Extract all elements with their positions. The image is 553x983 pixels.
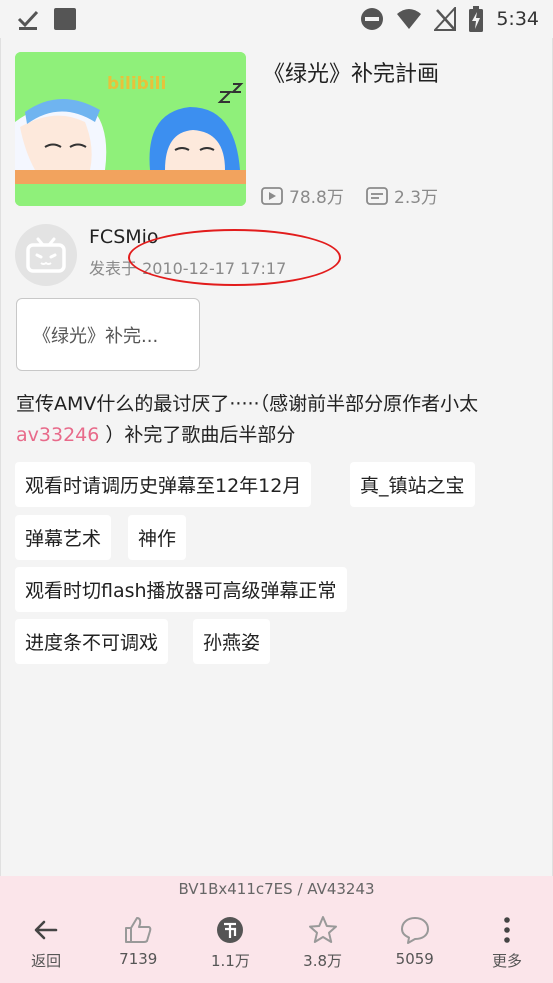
- video-title: 《绿光》补完計画: [263, 62, 440, 87]
- favorite-count: 3.8万: [303, 952, 343, 970]
- video-id-label: BV1Bx411c7ES / AV43243: [178, 880, 375, 898]
- coin-button[interactable]: 1.1万: [184, 914, 276, 978]
- description-text-start: 宣传AMV什么的最讨厌了·····（感谢前半部分原作者小太: [16, 393, 479, 415]
- action-row: 返回 7139 1.1万 3.8万 5059 更多: [0, 914, 553, 978]
- danmaku-stat: 2.3万: [366, 183, 438, 208]
- like-count: 7139: [119, 950, 158, 968]
- favorite-button[interactable]: 3.8万: [277, 914, 369, 978]
- star-icon: [308, 916, 337, 943]
- tv-placeholder-icon: [26, 237, 66, 273]
- video-description: 宣传AMV什么的最讨厌了·····（感谢前半部分原作者小太 av33246 ）补…: [16, 389, 538, 451]
- back-label: 返回: [31, 952, 62, 970]
- avatar[interactable]: [15, 224, 77, 286]
- comment-icon: [400, 917, 429, 944]
- tag-chip[interactable]: 神作: [128, 515, 187, 560]
- comment-button[interactable]: 5059: [369, 914, 461, 978]
- status-bar: 5:34: [0, 0, 553, 38]
- back-button[interactable]: 返回: [0, 914, 92, 978]
- tag-chip[interactable]: 弹幕艺术: [15, 515, 112, 560]
- video-part-button[interactable]: 《绿光》补完...: [16, 298, 200, 371]
- coin-icon: [217, 917, 244, 943]
- tag-chip[interactable]: 观看时请调历史弹幕至12年12月: [15, 462, 312, 507]
- tag-chip[interactable]: 真_镇站之宝: [350, 462, 475, 507]
- tag-chip[interactable]: 观看时切flash播放器可高级弹幕正常: [15, 567, 347, 612]
- no-signal-icon: [434, 7, 457, 31]
- play-count-icon: [261, 186, 283, 205]
- dnd-icon: [361, 8, 384, 30]
- thumb-up-icon: [125, 917, 152, 943]
- download-check-icon: [17, 10, 39, 30]
- more-label: 更多: [491, 952, 522, 970]
- coin-count: 1.1万: [211, 952, 250, 970]
- square-app-icon: [54, 8, 76, 30]
- back-arrow-icon: [34, 920, 58, 940]
- more-button[interactable]: 更多: [461, 914, 553, 978]
- video-thumbnail[interactable]: bilibili: [15, 52, 246, 206]
- bottom-action-bar: BV1Bx411c7ES / AV43243 返回 7139 1.1万 3.8万…: [0, 876, 553, 983]
- tag-chip[interactable]: 孙燕姿: [193, 619, 271, 664]
- views-stat: 78.8万: [261, 183, 344, 208]
- wifi-icon: [397, 9, 422, 29]
- description-text-end: ）补完了歌曲后半部分: [99, 424, 296, 446]
- more-icon: [504, 917, 510, 943]
- tag-chip[interactable]: 进度条不可调戏: [15, 619, 169, 664]
- battery-charging-icon: [469, 6, 484, 32]
- like-button[interactable]: 7139: [92, 914, 184, 978]
- danmaku-count: 2.3万: [394, 188, 439, 208]
- status-time: 5:34: [496, 8, 539, 30]
- thumbnail-logo: bilibili: [107, 74, 167, 94]
- av-link[interactable]: av33246: [16, 424, 99, 446]
- comment-count: 5059: [395, 950, 434, 968]
- annotation-circle: [128, 229, 341, 286]
- danmaku-count-icon: [366, 186, 388, 205]
- views-count: 78.8万: [289, 188, 344, 208]
